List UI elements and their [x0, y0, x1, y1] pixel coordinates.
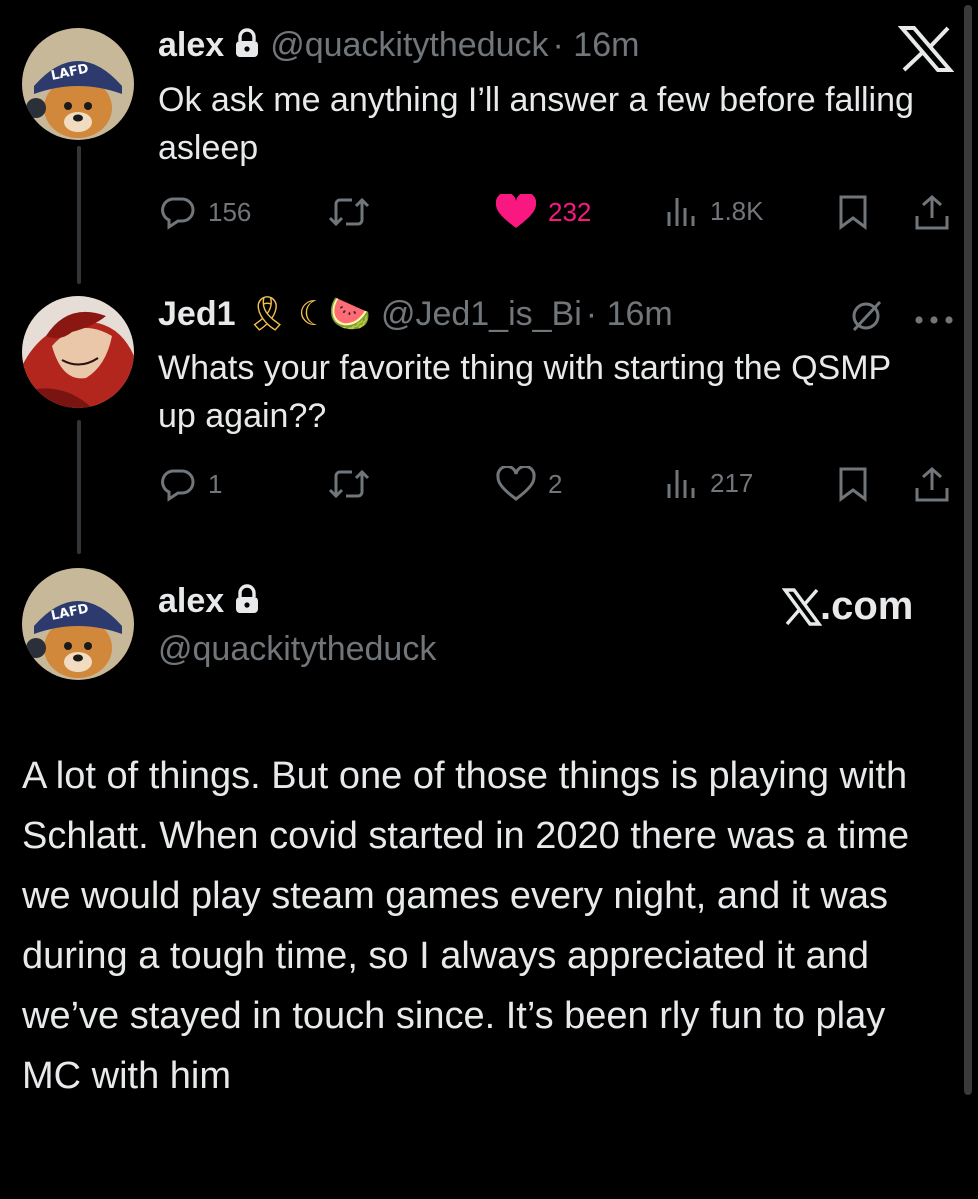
- tweet-header: alex @quackitytheduck · 16m: [158, 26, 639, 65]
- tweet-header: Jed1 🎗 ☾🍉 @Jed1_is_Bi · 16m: [158, 294, 673, 334]
- reply-header: alex: [158, 582, 260, 621]
- thread-line: [77, 420, 81, 554]
- site-domain: .com: [820, 584, 914, 628]
- name-badges: 🎗 ☾🍉: [245, 295, 371, 333]
- heart-icon: [496, 194, 536, 228]
- lock-icon: [234, 584, 260, 619]
- reply-text: A lot of things. But one of those things…: [22, 755, 910, 1097]
- views-button[interactable]: 1.8K: [666, 194, 764, 228]
- views-icon: [667, 470, 695, 498]
- retweet-icon: [328, 469, 370, 499]
- retweet-button[interactable]: [328, 466, 370, 502]
- reply-icon: [161, 197, 195, 230]
- reply-icon: [161, 469, 195, 502]
- more-icon[interactable]: [914, 312, 954, 330]
- avatar[interactable]: LAFD: [22, 568, 134, 680]
- handle[interactable]: @Jed1_is_Bi: [381, 295, 582, 334]
- timestamp[interactable]: · 16m: [553, 26, 640, 65]
- bookmark-button[interactable]: [838, 194, 868, 235]
- bookmark-icon: [839, 467, 867, 502]
- retweet-button[interactable]: [328, 194, 370, 230]
- lock-icon: [234, 28, 260, 63]
- like-button[interactable]: 2: [496, 466, 562, 502]
- avatar[interactable]: [22, 296, 134, 408]
- x-logo-icon: [782, 587, 822, 626]
- avatar[interactable]: LAFD: [22, 28, 134, 140]
- like-count: 2: [548, 468, 563, 499]
- reply-count: 156: [208, 196, 252, 227]
- site-brand: .com: [782, 584, 913, 629]
- tweet-text: Whats your favorite thing with starting …: [158, 349, 891, 435]
- x-logo-icon[interactable]: [897, 26, 955, 77]
- share-button[interactable]: [914, 466, 950, 509]
- display-name[interactable]: Jed1: [158, 295, 236, 334]
- handle[interactable]: @quackitytheduck: [270, 26, 548, 65]
- retweet-icon: [328, 197, 370, 227]
- view-count: 1.8K: [710, 195, 764, 226]
- view-count: 217: [710, 467, 754, 498]
- tweet-actions: 156 232 1.8K: [160, 194, 952, 234]
- tweet-actions: 1 2 217: [160, 466, 952, 506]
- like-count: 232: [548, 196, 592, 227]
- scrollbar[interactable]: [964, 5, 972, 1095]
- share-button[interactable]: [914, 194, 950, 237]
- bookmark-button[interactable]: [838, 466, 868, 507]
- views-button[interactable]: 217: [666, 466, 753, 500]
- share-icon: [915, 466, 949, 502]
- timestamp[interactable]: · 16m: [586, 295, 673, 334]
- display-name[interactable]: alex: [158, 26, 224, 65]
- grok-icon[interactable]: [846, 296, 886, 341]
- reply-button[interactable]: 1: [160, 466, 222, 502]
- handle[interactable]: @quackitytheduck: [158, 630, 436, 669]
- views-icon: [667, 198, 695, 226]
- display-name[interactable]: alex: [158, 582, 224, 621]
- like-button[interactable]: 232: [496, 194, 591, 230]
- share-icon: [915, 194, 949, 230]
- heart-icon: [496, 466, 536, 501]
- bookmark-icon: [839, 195, 867, 230]
- reply-button[interactable]: 156: [160, 194, 251, 230]
- tweet-text: Ok ask me anything I’ll answer a few bef…: [158, 81, 914, 167]
- reply-count: 1: [208, 468, 223, 499]
- thread-line: [77, 146, 81, 284]
